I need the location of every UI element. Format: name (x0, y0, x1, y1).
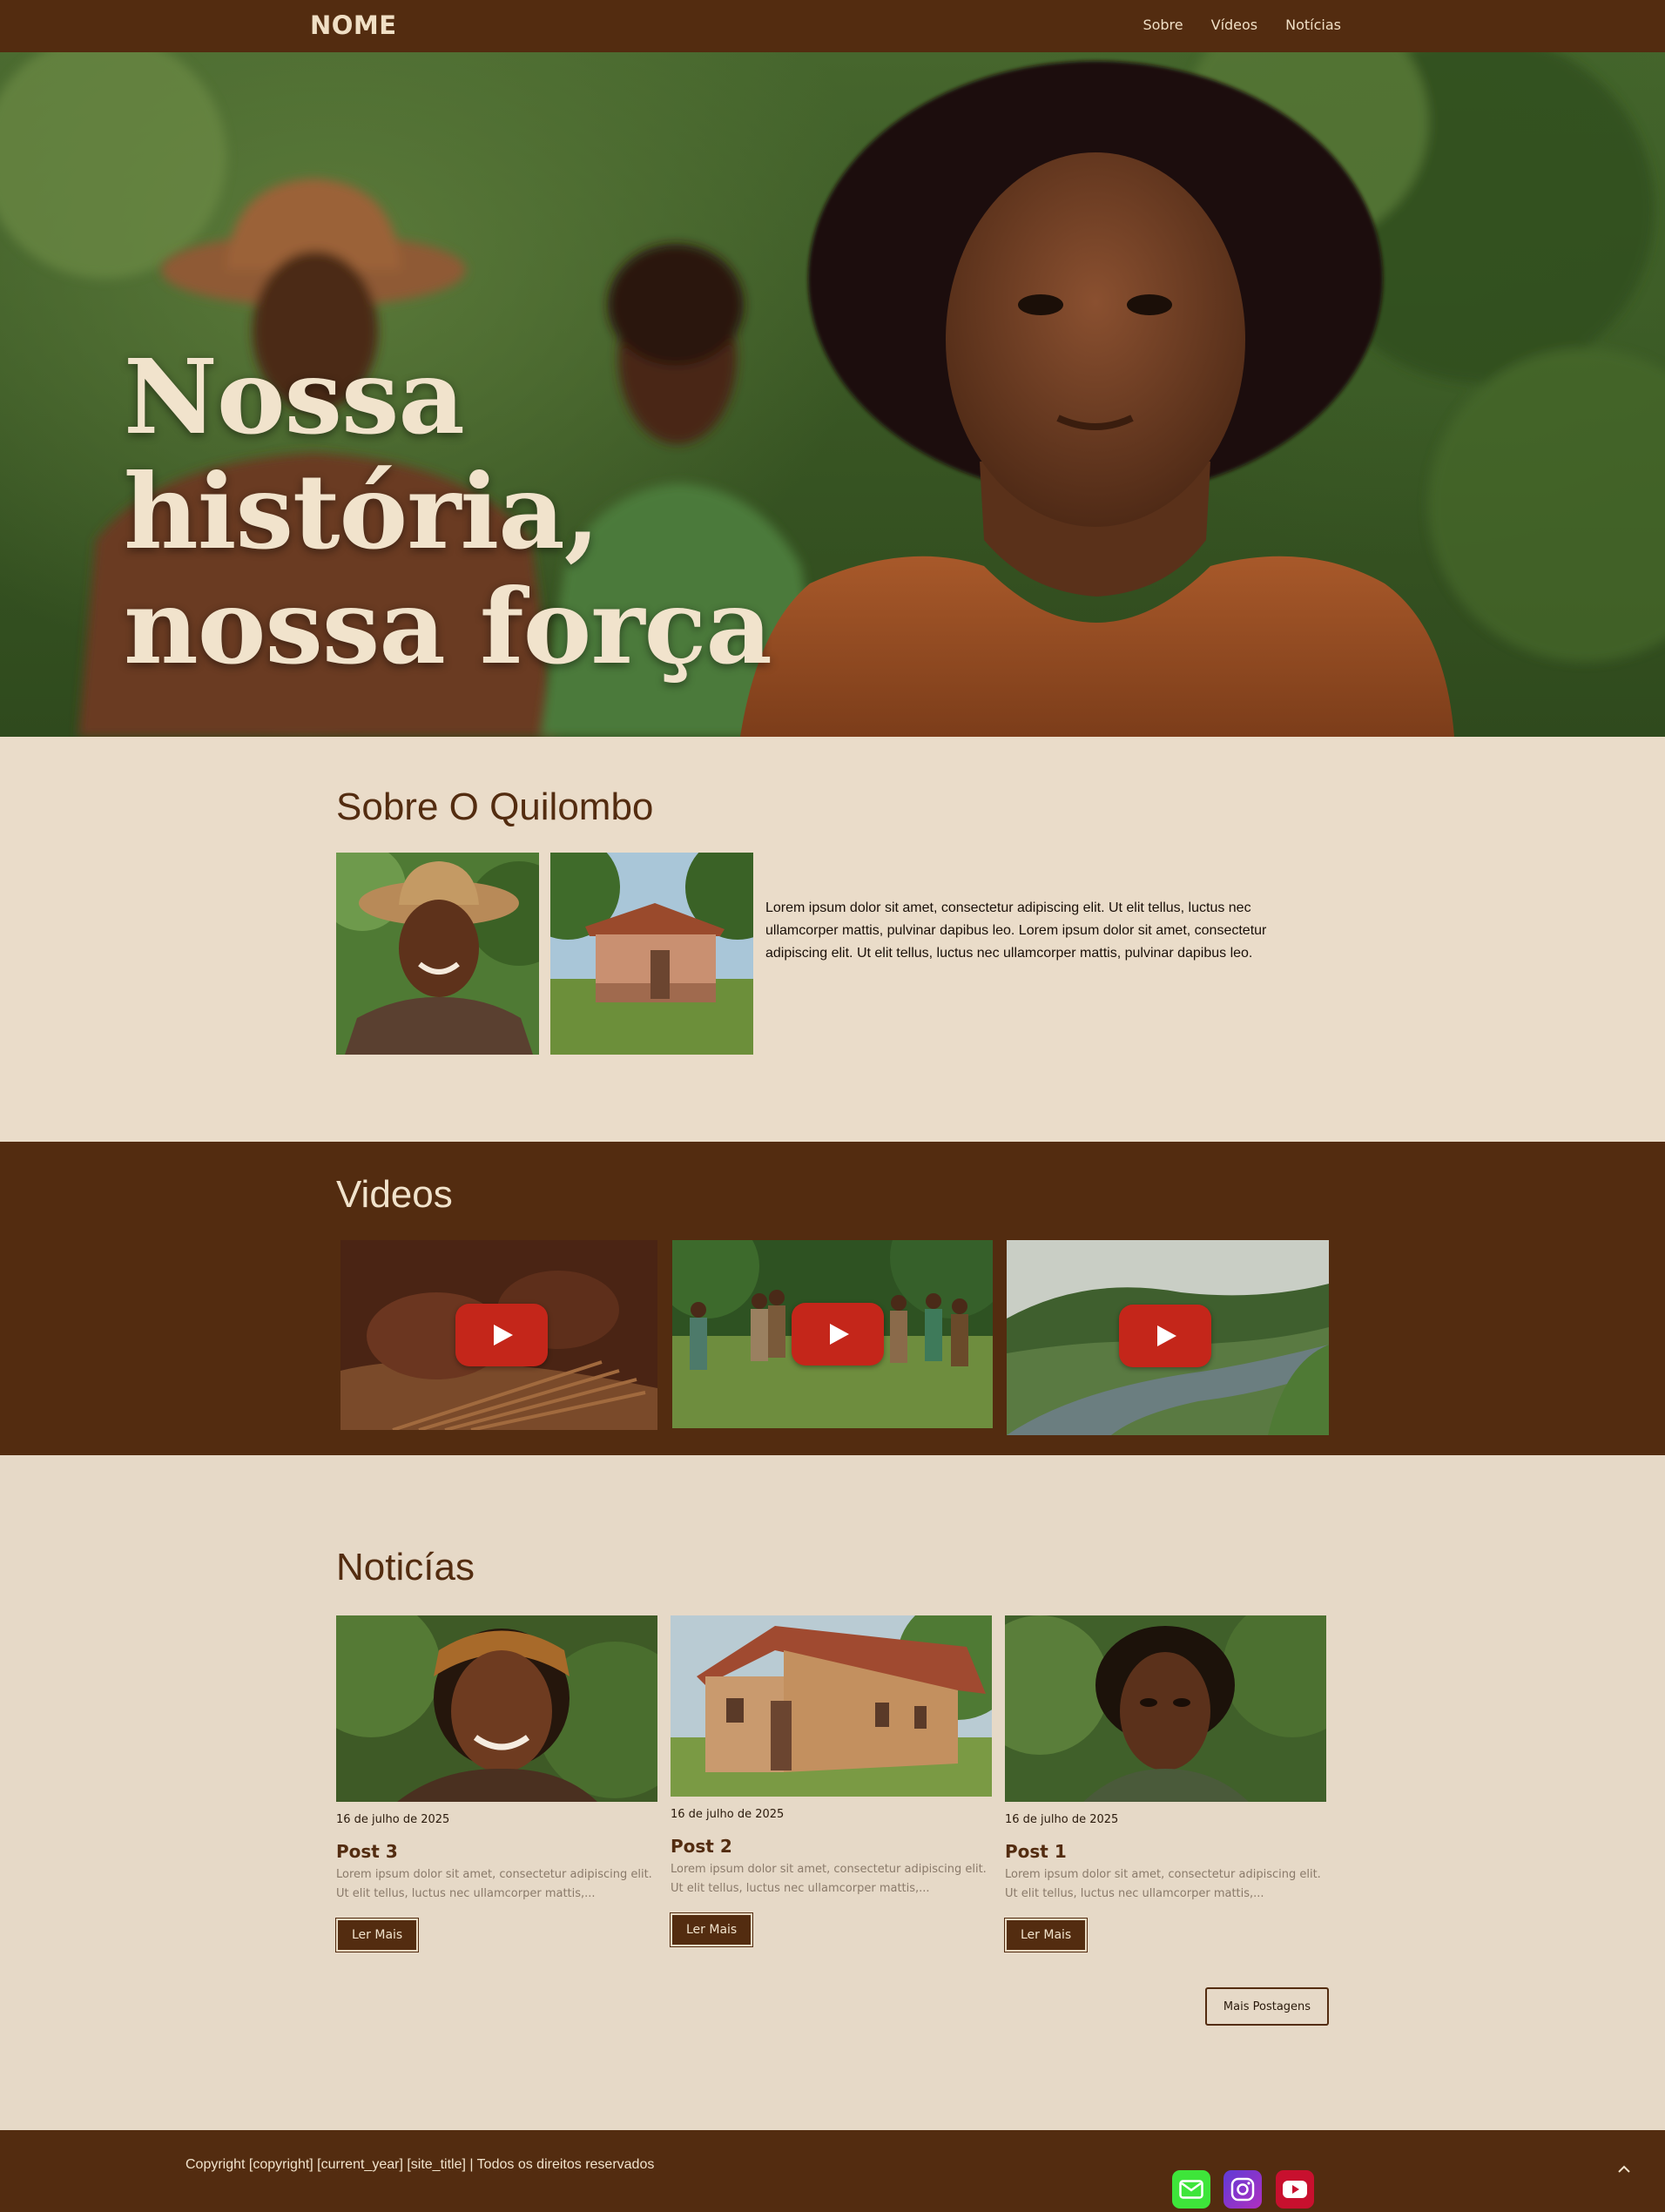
play-button[interactable] (1119, 1305, 1211, 1367)
email-icon (1179, 2180, 1203, 2199)
post-date: 16 de julho de 2025 (671, 1808, 785, 1821)
site-footer: Copyright [copyright] [current_year] [si… (0, 2130, 1665, 2212)
about-photo-farmer (336, 853, 539, 1055)
play-button[interactable] (792, 1303, 884, 1366)
news-section: Noticías 16 de julho de 2025 Post 3 Lore… (0, 1455, 1665, 2130)
site-header: NOME Sobre Vídeos Notícias (0, 0, 1665, 52)
videos-title: Videos (336, 1173, 453, 1216)
video-card-weaving[interactable] (340, 1240, 657, 1430)
instagram-link[interactable] (1223, 2170, 1262, 2209)
play-icon (494, 1325, 513, 1345)
read-more-button[interactable]: Ler Mais (669, 1912, 754, 1947)
about-section: Sobre O Quilombo Lorem ipsum dolor sit a… (0, 737, 1665, 1142)
play-icon (1157, 1325, 1176, 1346)
post-title[interactable]: Post 2 (671, 1836, 732, 1857)
post-excerpt: Lorem ipsum dolor sit amet, consectetur … (336, 1868, 652, 1900)
main-nav: Sobre Vídeos Notícias (1143, 17, 1341, 33)
hero-title: Nossa história, nossa força (124, 340, 907, 685)
post-image[interactable] (1005, 1615, 1326, 1802)
more-posts-button[interactable]: Mais Postagens (1205, 1987, 1329, 2026)
about-photo-house (550, 853, 753, 1055)
post-date: 16 de julho de 2025 (336, 1813, 450, 1826)
read-more-button[interactable]: Ler Mais (334, 1918, 420, 1952)
post-excerpt: Lorem ipsum dolor sit amet, consectetur … (671, 1863, 987, 1895)
play-button[interactable] (455, 1304, 548, 1366)
youtube-link[interactable] (1276, 2170, 1314, 2209)
email-link[interactable] (1172, 2170, 1210, 2209)
chevron-up-icon (1618, 2165, 1630, 2173)
post-date: 16 de julho de 2025 (1005, 1813, 1119, 1826)
nav-item-sobre[interactable]: Sobre (1143, 17, 1183, 33)
hero-banner: Nossa história, nossa força (0, 52, 1665, 737)
post-title[interactable]: Post 1 (1005, 1841, 1067, 1862)
post-excerpt: Lorem ipsum dolor sit amet, consectetur … (1005, 1868, 1321, 1900)
nav-item-videos[interactable]: Vídeos (1211, 17, 1258, 33)
back-to-top-button[interactable] (1613, 2158, 1635, 2181)
instagram-icon (1230, 2177, 1255, 2202)
post-image[interactable] (671, 1615, 992, 1797)
video-card-dance[interactable] (672, 1240, 993, 1428)
site-logo[interactable]: NOME (310, 10, 397, 40)
nav-item-noticias[interactable]: Notícias (1285, 17, 1341, 33)
post-title[interactable]: Post 3 (336, 1841, 398, 1862)
hero-title-line-2: nossa força (124, 566, 772, 687)
post-image[interactable] (336, 1615, 657, 1802)
play-icon (830, 1324, 849, 1345)
about-title: Sobre O Quilombo (336, 786, 654, 828)
news-title: Noticías (336, 1546, 475, 1588)
videos-section: Videos (0, 1142, 1665, 1455)
youtube-icon (1283, 2181, 1307, 2198)
about-text: Lorem ipsum dolor sit amet, consectetur … (765, 900, 1267, 961)
read-more-button[interactable]: Ler Mais (1003, 1918, 1089, 1952)
video-card-river[interactable] (1007, 1240, 1329, 1435)
hero-title-line-1: Nossa história, (124, 336, 600, 572)
social-links (0, 2168, 1665, 2209)
